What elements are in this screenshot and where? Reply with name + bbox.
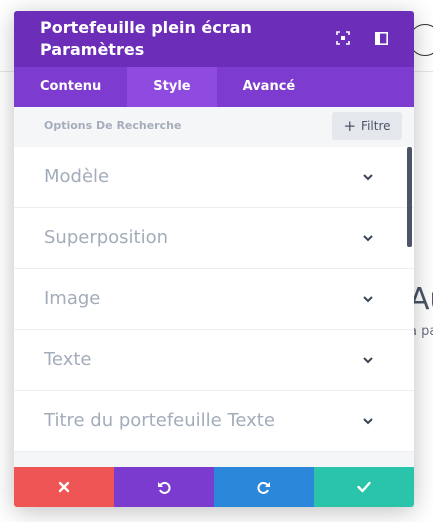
modal-footer [14, 467, 414, 507]
redo-icon [257, 481, 270, 494]
modal-title-line2: Paramètres [40, 40, 145, 59]
save-button[interactable] [314, 467, 414, 507]
section-titre-portefeuille-texte[interactable]: Titre du portefeuille Texte [14, 391, 414, 452]
tab-bar: Contenu Style Avancé [14, 67, 414, 107]
tab-avance[interactable]: Avancé [217, 67, 322, 107]
discard-button[interactable] [14, 467, 114, 507]
settings-modal: Portefeuille plein écran Paramètres Cont… [14, 11, 414, 507]
plus-icon: + [343, 116, 357, 135]
section-title: Texte [44, 349, 92, 370]
redo-button[interactable] [214, 467, 314, 507]
filter-button[interactable]: + Filtre [332, 112, 402, 140]
expand-icon[interactable] [334, 29, 352, 47]
search-options-input[interactable]: Options De Recherche [44, 119, 181, 132]
modal-title-line1: Portefeuille plein écran [40, 18, 252, 37]
chevron-down-icon [363, 418, 373, 425]
chevron-down-icon [363, 174, 373, 181]
tab-style[interactable]: Style [127, 67, 217, 107]
tab-contenu[interactable]: Contenu [14, 67, 127, 107]
section-title: Titre du portefeuille Texte [44, 410, 275, 431]
section-title: Superposition [44, 227, 169, 248]
sidebar-icon[interactable] [372, 29, 390, 47]
section-title: Image [44, 288, 101, 309]
chevron-down-icon [363, 235, 373, 242]
close-icon [58, 481, 70, 493]
section-image[interactable]: Image [14, 269, 414, 330]
filter-button-label: Filtre [361, 119, 391, 133]
scrollbar[interactable] [407, 147, 412, 247]
section-title: Modèle [44, 166, 110, 187]
section-texte[interactable]: Texte [14, 330, 414, 391]
search-options-row: Options De Recherche + Filtre [14, 107, 414, 147]
settings-sections: Modèle Superposition Image Texte Titre d… [14, 147, 414, 467]
undo-button[interactable] [114, 467, 214, 507]
section-superposition[interactable]: Superposition [14, 208, 414, 269]
undo-icon [158, 481, 171, 494]
modal-header[interactable]: Portefeuille plein écran Paramètres [14, 11, 414, 67]
check-icon [357, 481, 371, 493]
chevron-down-icon [363, 296, 373, 303]
chevron-down-icon [363, 357, 373, 364]
section-modele[interactable]: Modèle [14, 147, 414, 208]
modal-title: Portefeuille plein écran Paramètres [40, 17, 300, 61]
